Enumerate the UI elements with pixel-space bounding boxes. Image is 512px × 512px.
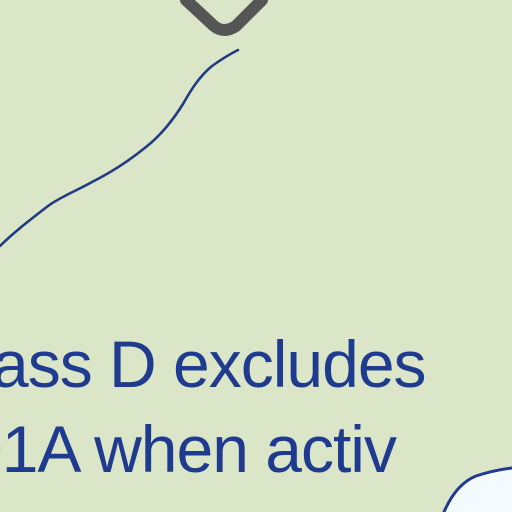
airspace-note-line-2: 01A when activ [0,412,397,486]
map-view[interactable]: ass D excludes 01A when activ [0,0,512,512]
boundary-outline [180,0,268,36]
route-line [0,48,240,248]
airspace-note-line-1: ass D excludes [0,327,427,401]
